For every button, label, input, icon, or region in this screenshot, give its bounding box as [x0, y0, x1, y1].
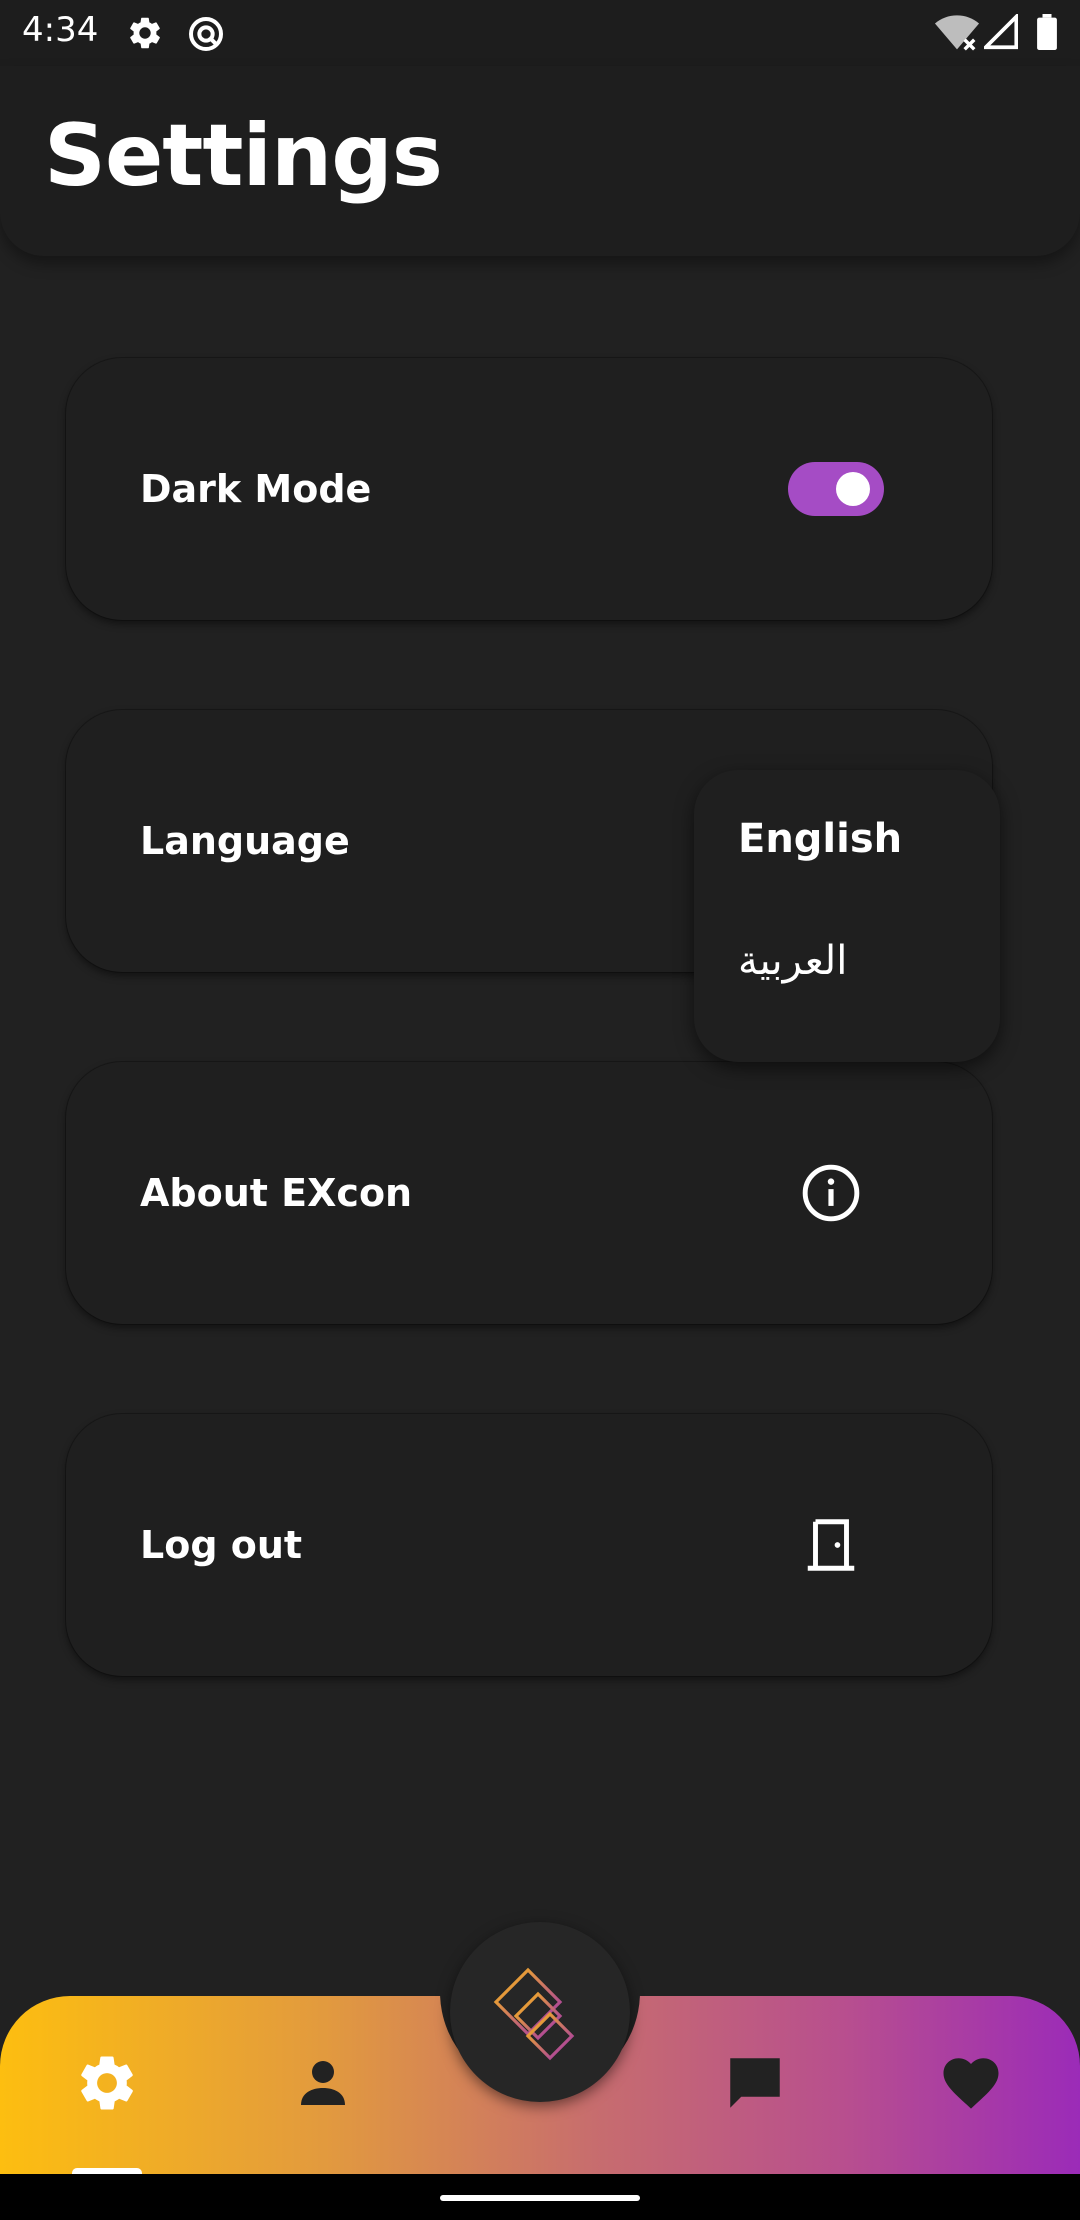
logout-label: Log out [140, 1523, 303, 1567]
logout-card[interactable]: Log out [66, 1414, 992, 1676]
wifi-no-internet-icon [934, 15, 980, 51]
dark-mode-label: Dark Mode [140, 467, 372, 511]
settings-icon[interactable] [74, 2050, 140, 2116]
dark-mode-card: Dark Mode [66, 358, 992, 620]
language-option-arabic[interactable]: العربية [738, 938, 847, 984]
home-gesture-handle[interactable] [440, 2195, 640, 2201]
language-label: Language [140, 819, 350, 863]
chat-icon[interactable] [722, 2050, 788, 2116]
cell-signal-icon [984, 14, 1018, 50]
heart-icon[interactable] [938, 2050, 1004, 2116]
about-label: About EXcon [140, 1171, 413, 1215]
toggle-knob [836, 472, 870, 506]
do-not-disturb-icon [189, 17, 223, 51]
home-fab[interactable] [450, 1922, 630, 2102]
language-option-english[interactable]: English [738, 816, 902, 862]
status-bar: 4:34 [0, 0, 1080, 66]
page-title: Settings [44, 106, 443, 206]
status-time: 4:34 [22, 10, 99, 50]
settings-gear-icon [130, 17, 160, 49]
person-icon[interactable] [290, 2050, 356, 2116]
gesture-navigation-bar [0, 2174, 1080, 2220]
dark-mode-toggle[interactable] [788, 462, 884, 516]
home-logo-icon [493, 1967, 575, 2061]
info-icon[interactable] [800, 1162, 862, 1224]
door-icon[interactable] [800, 1514, 862, 1576]
about-card[interactable]: About EXcon [66, 1062, 992, 1324]
language-dropdown: English العربية [694, 770, 1000, 1062]
battery-icon [1037, 14, 1057, 50]
app-header: Settings [0, 66, 1080, 256]
